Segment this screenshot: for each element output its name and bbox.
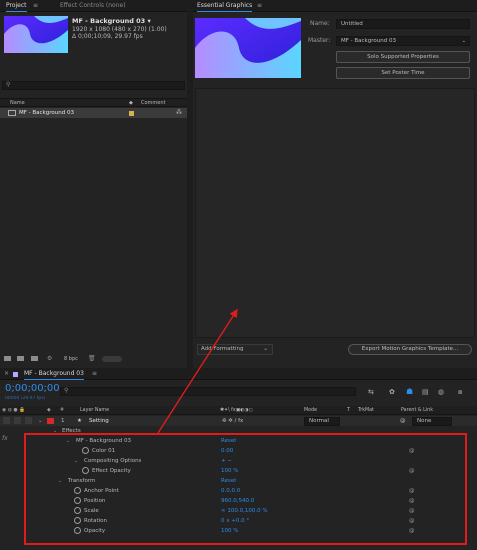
annotation-highlight-box xyxy=(24,433,467,545)
annotation-arrow xyxy=(157,308,238,434)
annotation-overlay xyxy=(24,308,467,545)
